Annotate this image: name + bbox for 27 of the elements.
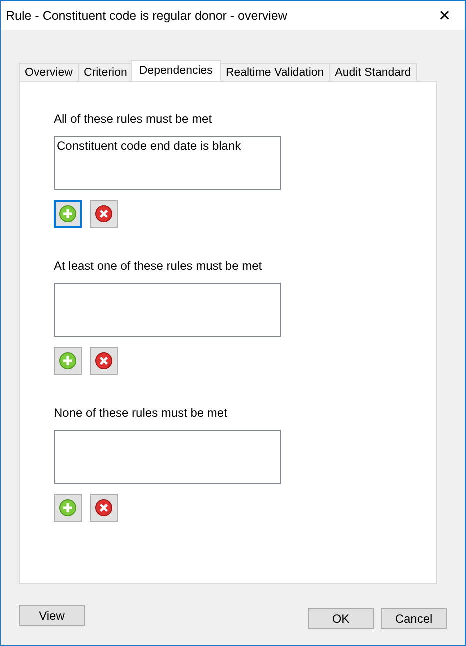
rules-list[interactable] [54, 430, 281, 484]
rules-list[interactable] [54, 283, 281, 337]
delete-icon [95, 499, 113, 517]
add-button[interactable] [54, 200, 82, 228]
cancel-button[interactable]: Cancel [381, 608, 447, 629]
tab[interactable]: Dependencies [131, 60, 221, 81]
tab[interactable]: Overview [19, 63, 79, 81]
close-button[interactable]: ✕ [425, 1, 465, 30]
delete-icon [95, 205, 113, 223]
window-title: Rule - Constituent code is regular donor - overview [6, 8, 288, 22]
remove-button[interactable] [90, 494, 118, 522]
list-item[interactable]: Constituent code end date is blank [57, 139, 278, 153]
add-button[interactable] [54, 494, 82, 522]
rules-list[interactable]: Constituent code end date is blank [54, 136, 281, 190]
delete-icon [95, 352, 113, 370]
tab[interactable]: Audit Standard [329, 63, 418, 81]
group-label: All of these rules must be met [54, 112, 214, 126]
group-label: At least one of these rules must be met [54, 259, 264, 273]
remove-button[interactable] [90, 347, 118, 375]
view-button[interactable]: View [19, 605, 85, 626]
group-label: None of these rules must be met [54, 406, 228, 420]
add-icon [59, 205, 77, 223]
add-icon [59, 352, 77, 370]
add-icon [59, 499, 77, 517]
ok-button[interactable]: OK [308, 608, 374, 629]
remove-button[interactable] [90, 200, 118, 228]
add-button[interactable] [54, 347, 82, 375]
